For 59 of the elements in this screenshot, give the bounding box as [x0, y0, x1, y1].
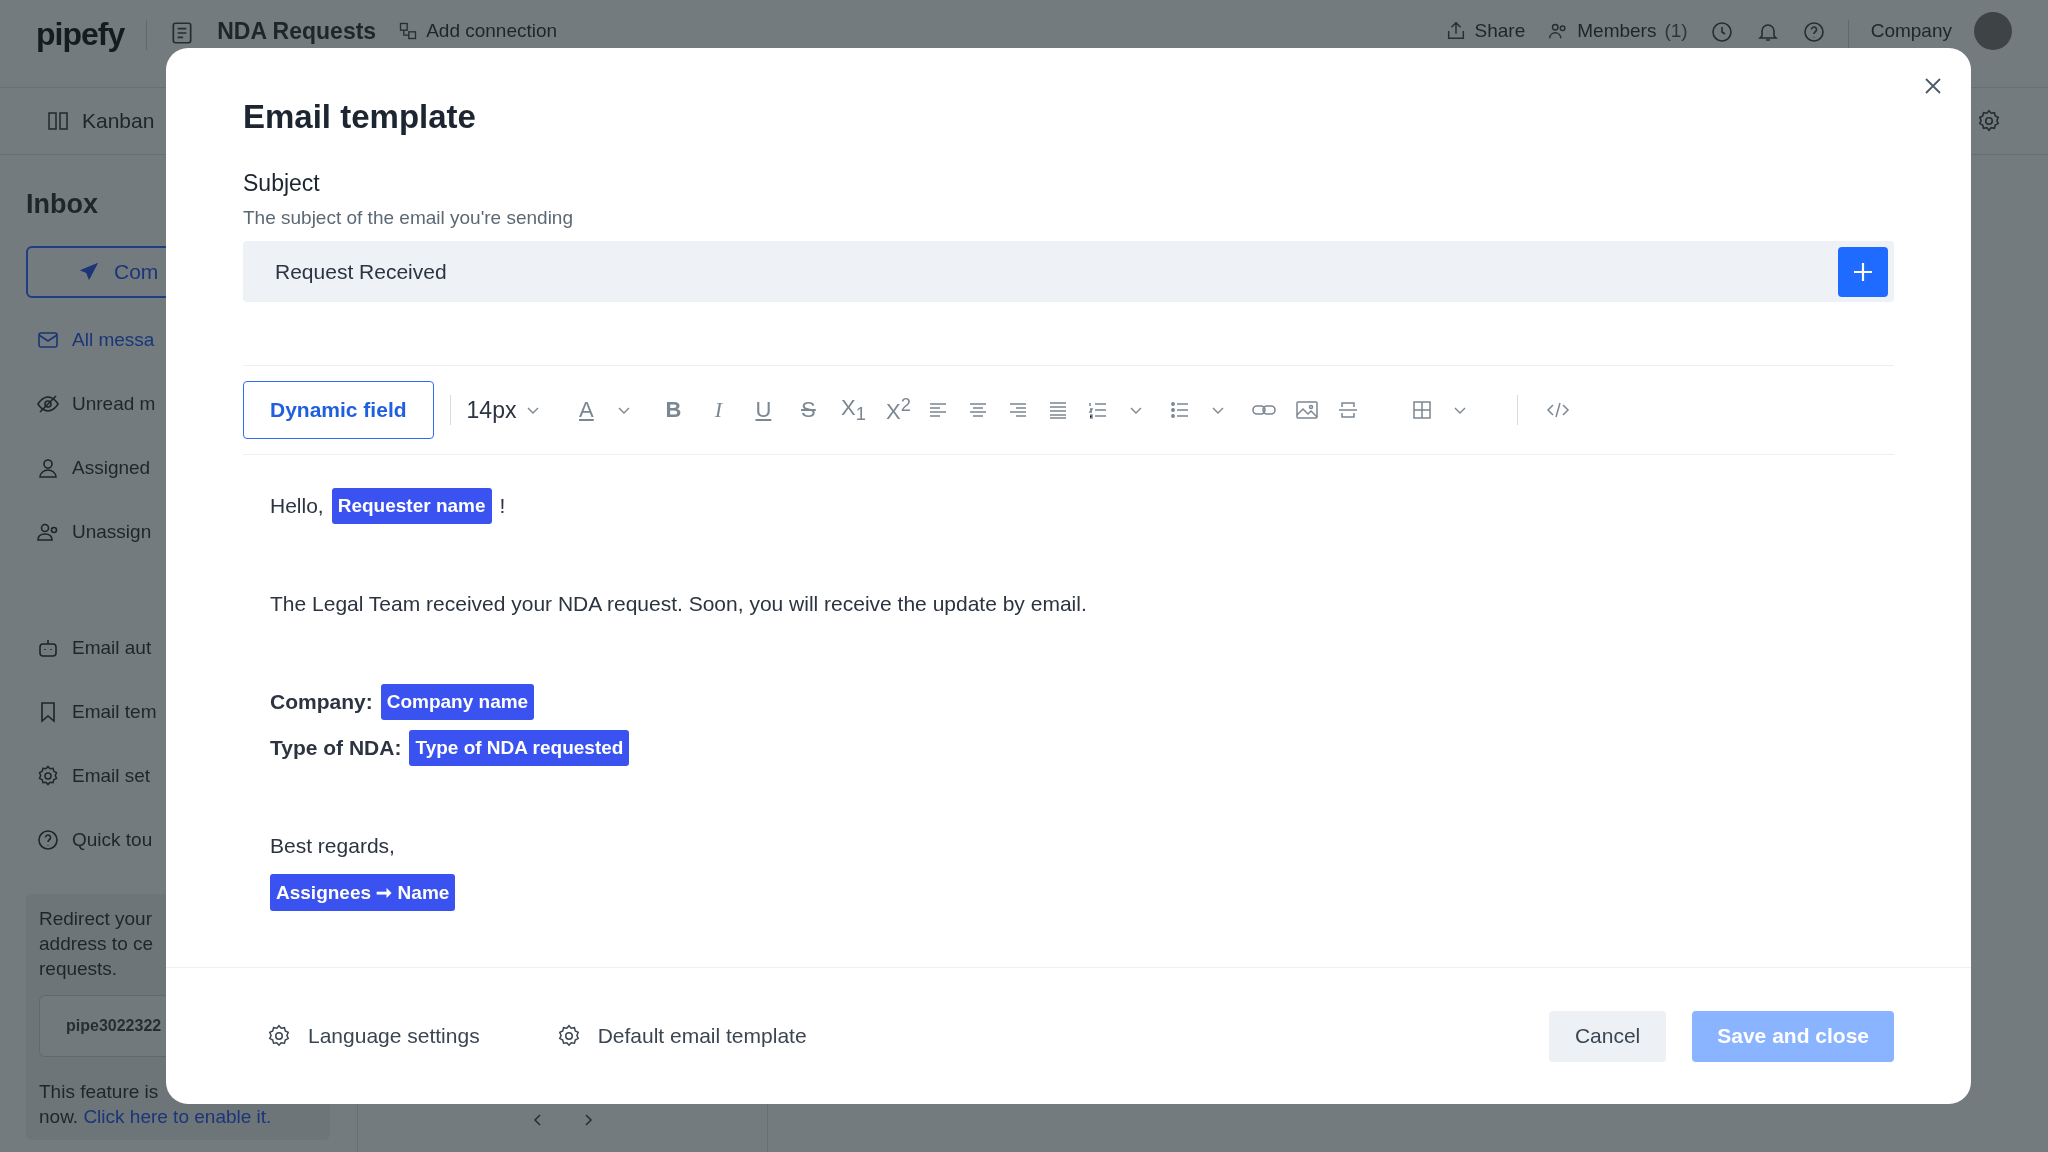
italic-button[interactable]: I: [703, 397, 734, 424]
body-text: The Legal Team received your NDA request. Soon, you will receive the update by email.: [270, 592, 1087, 617]
clock-icon[interactable]: [1709, 20, 1734, 44]
default-template-button[interactable]: Default email template: [555, 1023, 807, 1050]
text-color-button[interactable]: A: [571, 397, 602, 424]
underline-button[interactable]: U: [748, 397, 779, 424]
subject-field[interactable]: Request Received: [243, 241, 1894, 303]
sidebar-item[interactable]: Quick tou: [26, 808, 153, 872]
field-label: Company:: [270, 690, 373, 715]
superscript-button[interactable]: X$^{2}$: [883, 394, 914, 426]
plus-icon: [1852, 260, 1874, 283]
strikethrough-button[interactable]: S: [793, 397, 824, 424]
close-icon: [1923, 76, 1943, 96]
dynamic-field-tag[interactable]: Company name: [380, 684, 535, 721]
dynamic-field-button[interactable]: Dynamic field: [243, 381, 434, 440]
dynamic-field-tag[interactable]: Type of NDA requested: [409, 730, 630, 767]
avatar[interactable]: [1974, 12, 2012, 50]
sidebar-item[interactable]: Email tem: [26, 680, 157, 744]
add-field-button[interactable]: [1838, 246, 1888, 297]
sidebar-title: Inbox: [26, 189, 98, 220]
help-icon[interactable]: [1801, 20, 1826, 44]
add-connection-link[interactable]: Add connection: [426, 20, 558, 42]
columns-icon: [46, 109, 70, 133]
info-text: Redirect your address to ce requests.: [39, 907, 155, 981]
user-icon: [36, 456, 60, 480]
company-name[interactable]: Company: [1870, 20, 1952, 42]
bold-button[interactable]: B: [658, 397, 689, 424]
sidebar-item[interactable]: Email aut: [26, 616, 152, 680]
gear-icon: [36, 764, 60, 788]
pipe-title: NDA Requests: [217, 18, 377, 45]
inbox-filter-item[interactable]: Assigned: [26, 436, 151, 500]
dynamic-field-tag[interactable]: Requester name: [331, 488, 492, 525]
help-icon: [36, 828, 60, 852]
inbox-filter-item[interactable]: All messa: [26, 308, 155, 372]
inbox-filter-item[interactable]: Unread m: [26, 372, 156, 436]
gear-icon[interactable]: [1976, 108, 2002, 134]
enable-link[interactable]: Click here to enable it.: [83, 1106, 272, 1127]
connection-icon: [398, 21, 419, 41]
field-label: Type of NDA:: [270, 736, 402, 761]
cancel-button[interactable]: Cancel: [1548, 1010, 1667, 1062]
dynamic-field-tag[interactable]: Assignees ➞ Name: [270, 873, 456, 911]
subscript-button[interactable]: X$_{1}$: [838, 394, 869, 426]
subject-description: The subject of the email you're sending: [243, 207, 574, 229]
members-button[interactable]: Members: [1577, 20, 1657, 42]
body-text: Hello,: [270, 494, 324, 519]
subject-label: Subject: [243, 170, 321, 197]
image-icon[interactable]: [1295, 399, 1320, 422]
table-icon[interactable]: [1411, 399, 1434, 422]
view-switcher[interactable]: Kanban: [82, 109, 155, 133]
dialog-title: Email template: [243, 98, 477, 136]
logo[interactable]: pipefy: [36, 16, 125, 53]
body-text: Best regards,: [270, 834, 395, 859]
font-size-dropdown[interactable]: 14px: [466, 396, 541, 424]
body-text: !: [499, 494, 506, 519]
language-settings-button[interactable]: Language settings: [266, 1023, 480, 1050]
sidebar-item[interactable]: Email set: [26, 744, 151, 808]
members-count: (1): [1664, 20, 1688, 42]
share-button[interactable]: Share: [1474, 20, 1526, 42]
inbox-filter-item[interactable]: Unassign: [26, 500, 152, 564]
